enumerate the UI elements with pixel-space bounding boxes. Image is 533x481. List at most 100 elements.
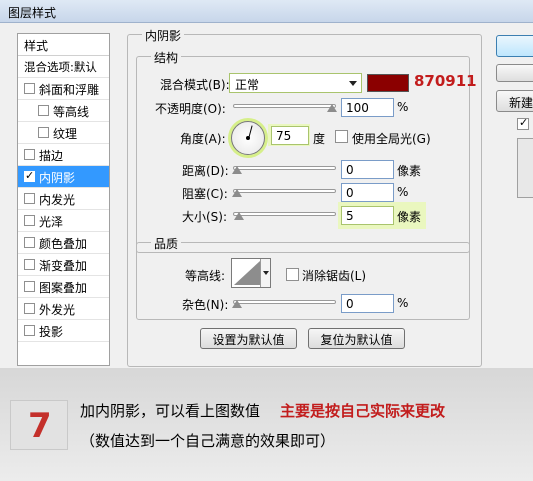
style-item-checkbox[interactable]: [24, 149, 35, 160]
choke-input[interactable]: 0: [341, 183, 394, 202]
size-slider[interactable]: [233, 209, 336, 221]
choke-slider[interactable]: [232, 186, 336, 198]
angle-unit: 度: [313, 132, 326, 146]
style-item[interactable]: 图案叠加: [18, 276, 109, 298]
style-item[interactable]: 光泽: [18, 210, 109, 232]
choke-slider-thumb[interactable]: [232, 189, 242, 197]
style-item[interactable]: 投影: [18, 320, 109, 342]
noise-slider-track: [233, 300, 336, 304]
style-item-checkbox[interactable]: [24, 169, 35, 182]
style-item-label: 颜色叠加: [39, 237, 88, 251]
structure-title: 结构: [151, 49, 182, 66]
style-item[interactable]: 渐变叠加: [18, 254, 109, 276]
opacity-unit: %: [397, 100, 409, 114]
distance-slider[interactable]: [232, 163, 336, 175]
noise-slider[interactable]: [232, 297, 336, 309]
opacity-slider[interactable]: [233, 101, 337, 113]
dialog-title: 图层样式: [8, 6, 57, 20]
global-light-checkbox[interactable]: [335, 130, 348, 143]
reset-default-button[interactable]: 复位为默认值: [308, 328, 405, 349]
distance-slider-thumb[interactable]: [232, 166, 242, 174]
style-item-label: 图案叠加: [39, 281, 88, 295]
style-list-header[interactable]: 样式: [18, 34, 109, 56]
quality-title: 品质: [151, 235, 182, 252]
angle-label: 角度(A):: [180, 132, 226, 146]
tutorial-caption: 7 加内阴影，可以看上图数值 主要是按自己实际来更改 （数值达到一个自己满意的效果…: [0, 368, 533, 481]
blend-mode-value: 正常: [235, 78, 260, 92]
style-item-label: 纹理: [53, 127, 78, 141]
style-item-checkbox[interactable]: [24, 325, 35, 336]
style-item-label: 斜面和浮雕: [39, 83, 100, 97]
style-item[interactable]: 描边: [18, 144, 109, 166]
dialog-titlebar[interactable]: 图层样式: [0, 0, 533, 23]
style-item-checkbox[interactable]: [24, 215, 35, 226]
style-item-label: 光泽: [39, 215, 64, 229]
check-icon: ✓: [519, 116, 529, 129]
size-unit: 像素: [397, 210, 422, 224]
set-default-button[interactable]: 设置为默认值: [200, 328, 297, 349]
step-number-box: 7: [10, 400, 68, 450]
angle-center: [246, 136, 250, 140]
layer-style-dialog: 样式 混合选项:默认 斜面和浮雕等高线纹理描边内阴影内发光光泽颜色叠加渐变叠加图…: [0, 23, 533, 368]
chevron-down-icon: [349, 81, 357, 86]
antialias-checkbox[interactable]: [286, 268, 299, 281]
size-label: 大小(S):: [182, 210, 228, 224]
style-item[interactable]: 纹理: [18, 122, 109, 144]
contour-curve-icon: [234, 261, 260, 285]
choke-label: 阻塞(C):: [182, 187, 228, 201]
style-item-checkbox[interactable]: [24, 237, 35, 248]
noise-slider-thumb[interactable]: [232, 300, 242, 308]
style-item-checkbox[interactable]: [24, 193, 35, 204]
step-number: 7: [28, 406, 52, 446]
style-item-checkbox[interactable]: [38, 127, 49, 138]
shadow-color-swatch[interactable]: [367, 74, 409, 92]
opacity-slider-track: [233, 104, 336, 108]
size-input[interactable]: 5: [341, 206, 394, 225]
style-item-label: 内阴影: [39, 171, 76, 185]
style-item-checkbox[interactable]: [24, 281, 35, 292]
style-item-label: 等高线: [53, 105, 90, 119]
opacity-input[interactable]: 100: [341, 98, 394, 117]
distance-unit: 像素: [397, 164, 422, 178]
distance-slider-track: [233, 166, 336, 170]
size-slider-track: [233, 212, 336, 216]
blending-options-item[interactable]: 混合选项:默认: [18, 56, 109, 78]
caption-text: 加内阴影，可以看上图数值: [80, 402, 261, 420]
antialias-label: 消除锯齿(L): [302, 269, 367, 283]
style-item[interactable]: 内阴影: [18, 166, 109, 188]
caption-line-1: 加内阴影，可以看上图数值 主要是按自己实际来更改: [80, 400, 445, 421]
angle-dial[interactable]: [231, 121, 265, 155]
panel-title: 内阴影: [142, 27, 185, 44]
new-style-button[interactable]: 新建: [496, 90, 533, 112]
contour-picker[interactable]: [231, 258, 271, 288]
style-item-label: 内发光: [39, 193, 76, 207]
distance-label: 距离(D):: [182, 164, 229, 178]
distance-input[interactable]: 0: [341, 160, 394, 179]
style-item[interactable]: 外发光: [18, 298, 109, 320]
style-item[interactable]: 颜色叠加: [18, 232, 109, 254]
style-item[interactable]: 等高线: [18, 100, 109, 122]
style-item-checkbox[interactable]: [24, 83, 35, 94]
opacity-slider-thumb[interactable]: [327, 104, 337, 112]
style-item-checkbox[interactable]: [38, 105, 49, 116]
color-hex-annotation: 870911: [414, 72, 477, 90]
preview-checkbox[interactable]: ✓: [517, 116, 529, 130]
style-list: 样式 混合选项:默认 斜面和浮雕等高线纹理描边内阴影内发光光泽颜色叠加渐变叠加图…: [17, 33, 110, 366]
cancel-button[interactable]: [496, 64, 533, 82]
ok-button[interactable]: [496, 35, 533, 57]
chevron-down-icon[interactable]: [260, 259, 270, 287]
style-item[interactable]: 内发光: [18, 188, 109, 210]
size-slider-thumb[interactable]: [234, 212, 244, 220]
angle-input[interactable]: 75: [271, 126, 309, 145]
style-item-checkbox[interactable]: [24, 259, 35, 270]
style-item[interactable]: 斜面和浮雕: [18, 78, 109, 100]
style-item-label: 外发光: [39, 303, 76, 317]
opacity-label: 不透明度(O):: [155, 102, 226, 116]
noise-input[interactable]: 0: [341, 294, 394, 313]
style-item-checkbox[interactable]: [24, 303, 35, 314]
blend-mode-select[interactable]: 正常: [229, 73, 362, 93]
global-light-label: 使用全局光(G): [352, 132, 431, 146]
blend-mode-label: 混合模式(B):: [160, 78, 230, 92]
noise-unit: %: [397, 296, 409, 310]
preview-thumbnail: [517, 138, 533, 198]
